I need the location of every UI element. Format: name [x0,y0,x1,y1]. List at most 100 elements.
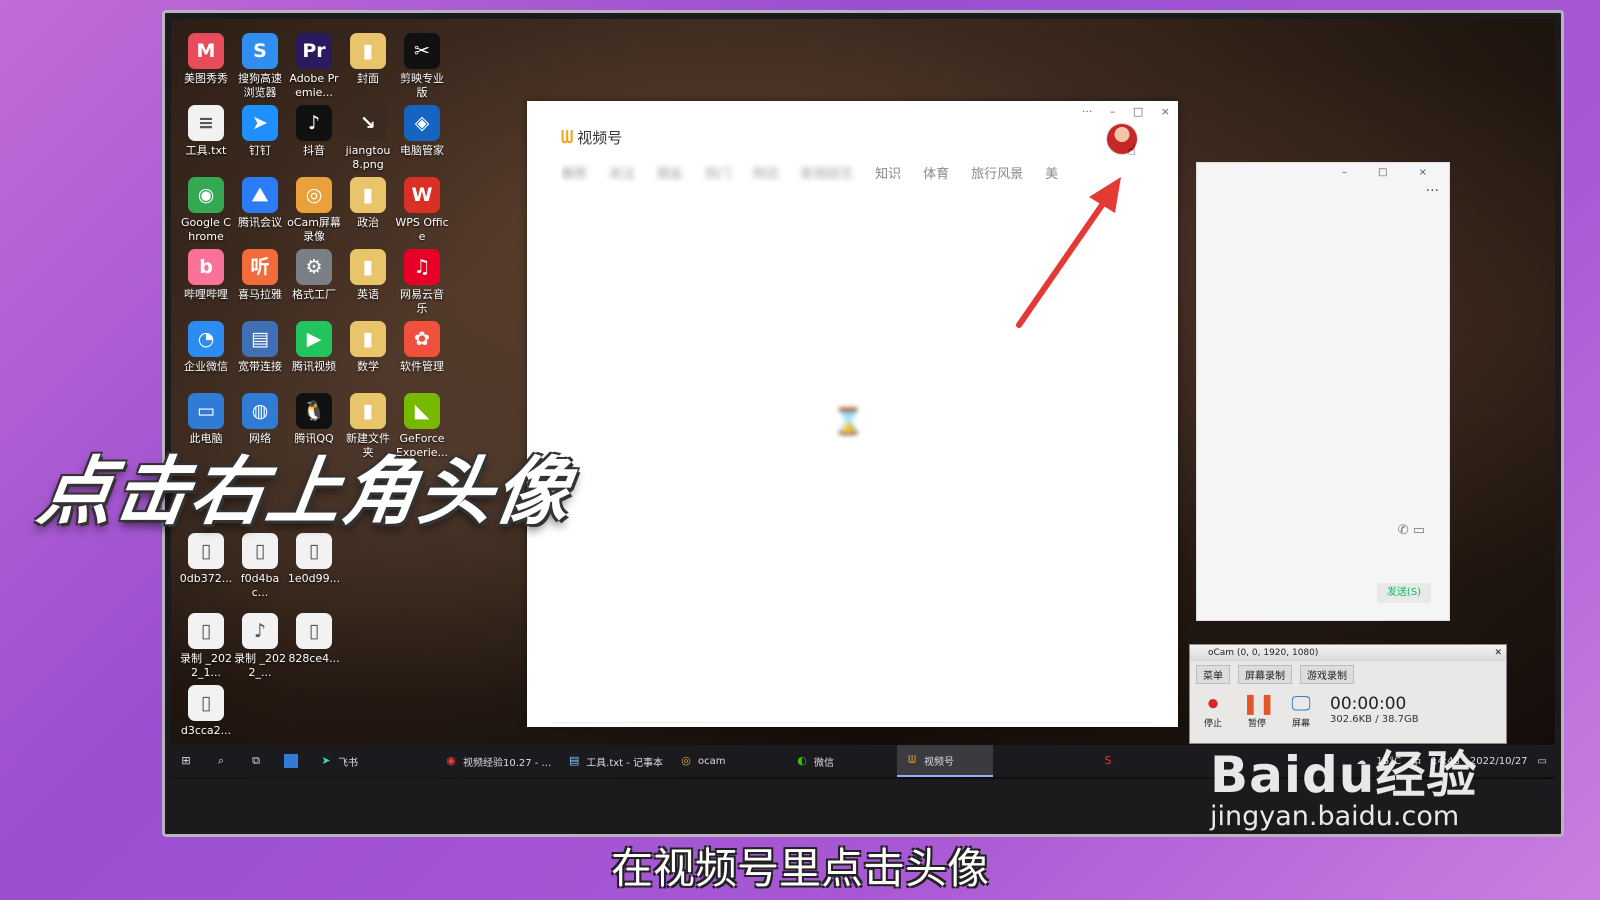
taskbar-item-channels[interactable]: ᗯ 视频号 [897,745,994,777]
folder-icon: ▮ [350,177,386,213]
desktop-icon[interactable]: ▯ d3cca2... [179,685,233,738]
this-pc-icon: ▭ [188,393,224,429]
tab-blurred[interactable]: 影视综艺 [801,163,853,182]
ocam-status: 00:00:00 302.6KB / 38.7GB [1330,694,1419,725]
broadband-icon: ▤ [242,321,278,357]
network-icon: ◍ [242,393,278,429]
desktop-icon[interactable]: ♪ 录制 _2022_... [233,613,287,680]
ocam-icon: ◎ [296,177,332,213]
more-icon[interactable]: ··· [1082,105,1093,118]
desktop-icon[interactable]: W WPS Office [395,177,449,244]
maximize-icon[interactable]: □ [1133,105,1143,118]
desktop-icon[interactable]: ◔ 企业微信 [179,321,233,374]
desktop-icon[interactable]: ◎ oCam屏幕录像 [287,177,341,244]
desktop-icon[interactable]: ◉ Google Chrome [179,177,233,244]
taskbar-item-ocam[interactable]: ◎ ocam [671,745,787,777]
desktop-icon[interactable]: ▤ 宽带连接 [233,321,287,374]
desktop-icon[interactable]: ◈ 电脑管家 [395,105,449,158]
loading-icon: ⌛ [832,407,865,437]
task-view-icon: ⧉ [252,754,260,767]
tab-blurred[interactable]: 推荐 [561,163,587,182]
tab-blurred[interactable]: 附近 [753,163,779,182]
channels-logo-icon: ᗯ [561,127,574,148]
desktop-icon[interactable]: 听喜马拉雅 [233,249,287,302]
video-file-icon: ▯ [188,685,224,721]
chat-window-controls[interactable]: – □ × [1342,167,1441,178]
desktop-icon[interactable]: ▮ 英语 [341,249,395,302]
channels-icon: ᗯ [908,753,917,766]
desktop-icon[interactable]: ▮ 封面 [341,33,395,86]
douyin-icon: ♪ [296,105,332,141]
desktop-icon[interactable]: ⛰ 腾讯会议 [233,177,287,230]
start-button[interactable]: ⊞ [171,745,206,777]
ocam-tab-screen-record[interactable]: 屏幕录制 [1238,665,1292,684]
bottom-divider [552,722,1153,723]
sogou-browser-icon: S [242,33,278,69]
desktop-icon[interactable]: Pr Adobe Premie... [287,33,341,100]
taskbar-app-blue[interactable] [276,745,311,777]
close-icon[interactable]: × [1161,105,1170,118]
minimize-icon[interactable]: – [1110,105,1116,118]
desktop-icon[interactable]: ✂ 剪映专业版 [395,33,449,100]
desktop-icon[interactable]: ▮ 数学 [341,321,395,374]
taskbar-item-chrome[interactable]: ◉ 视频经验10.27 - ... [436,745,559,777]
premiere-icon: Pr [296,33,332,69]
screen-button[interactable]: 🖵 屏幕 [1286,690,1316,729]
desktop-icon[interactable]: ▯ 1e0d99... [287,533,341,586]
desktop-icon[interactable]: ✿ 软件管理 [395,321,449,374]
tencent-video-icon: ▶ [296,321,332,357]
ocam-tab-menu[interactable]: 菜单 [1196,665,1230,684]
desktop-icon[interactable]: ⚙ 格式工厂 [287,249,341,302]
tencent-meeting-icon: ⛰ [242,177,278,213]
tab-blurred[interactable]: 朋友 [657,163,683,182]
taskbar-item-wechat[interactable]: ◐ 微信 [787,745,897,777]
tab-blurred[interactable]: 热门 [705,163,731,182]
desktop-icon-label: Google Chrome [181,216,231,243]
desktop-icon[interactable]: M 美图秀秀 [179,33,233,86]
desktop-icon-label: 钉钉 [249,144,271,157]
pause-button[interactable]: ❚❚ 暂停 [1242,690,1276,729]
search-button[interactable]: ⌕ [206,745,241,777]
desktop-icon[interactable]: S 搜狗高速浏览器 [233,33,287,100]
desktop-icon-label: 英语 [357,288,379,301]
folder-icon: ▮ [350,33,386,69]
stop-button[interactable]: ⏺ 停止 [1198,690,1228,729]
close-icon[interactable]: ✕ [1494,645,1502,661]
desktop-icon[interactable]: ▯ f0d4bac... [233,533,287,600]
tray-date[interactable]: 2022/10/27 [1470,756,1528,767]
ocam-tab-game-record[interactable]: 游戏录制 [1300,665,1354,684]
task-view-button[interactable]: ⧉ [241,745,276,777]
ximalaya-icon: 听 [242,249,278,285]
taskbar-item-feishu[interactable]: ➤ 飞书 [311,745,366,777]
image-file-icon: ↘ [350,105,386,141]
notepad-icon: ▤ [568,754,580,767]
taskbar-item-notepad[interactable]: ▤ 工具.txt - 记事本 [559,745,671,777]
watermark-brand: Baidu经验 [1210,746,1478,804]
netease-music-icon: ♫ [404,249,440,285]
desktop-icon[interactable]: ▮ 政治 [341,177,395,230]
taskbar-item-red[interactable]: S [1093,745,1128,777]
call-tools-icons[interactable]: ✆ ▭ [1398,523,1425,538]
geforce-icon: ◣ [404,393,440,429]
send-button[interactable]: 发送(S) [1377,583,1431,603]
tab-category[interactable]: 知识 [875,163,901,182]
watermark-url: jingyan.baidu.com [1210,801,1460,832]
desktop-icon[interactable]: ▯ 0db372... [179,533,233,586]
desktop-icon[interactable]: ♫ 网易云音乐 [395,249,449,316]
desktop-icon-label: 搜狗高速浏览器 [238,72,282,99]
desktop-icon[interactable]: ▯ 828ce4... [287,613,341,666]
desktop-icon[interactable]: ▶ 腾讯视频 [287,321,341,374]
tab-blurred[interactable]: 关注 [609,163,635,182]
app-logo: ᗯ 视频号 [561,127,622,148]
notification-icon[interactable]: ▭ [1538,756,1547,767]
desktop-icon[interactable]: ♪ 抖音 [287,105,341,158]
desktop-icon[interactable]: ➤ 钉钉 [233,105,287,158]
tab-category[interactable]: 体育 [923,163,949,182]
ocam-title: oCam (0, 0, 1920, 1080) [1208,648,1319,658]
desktop-icon[interactable]: ≡ 工具.txt [179,105,233,158]
desktop-icon[interactable]: b 哔哩哔哩 [179,249,233,302]
desktop-icon[interactable]: ↘ jiangtou 8.png [341,105,395,172]
more-icon[interactable]: ··· [1426,183,1439,199]
desktop-icon-label: jiangtou 8.png [345,144,391,171]
desktop-icon[interactable]: ▯ 录制 _2022_1... [179,613,233,680]
